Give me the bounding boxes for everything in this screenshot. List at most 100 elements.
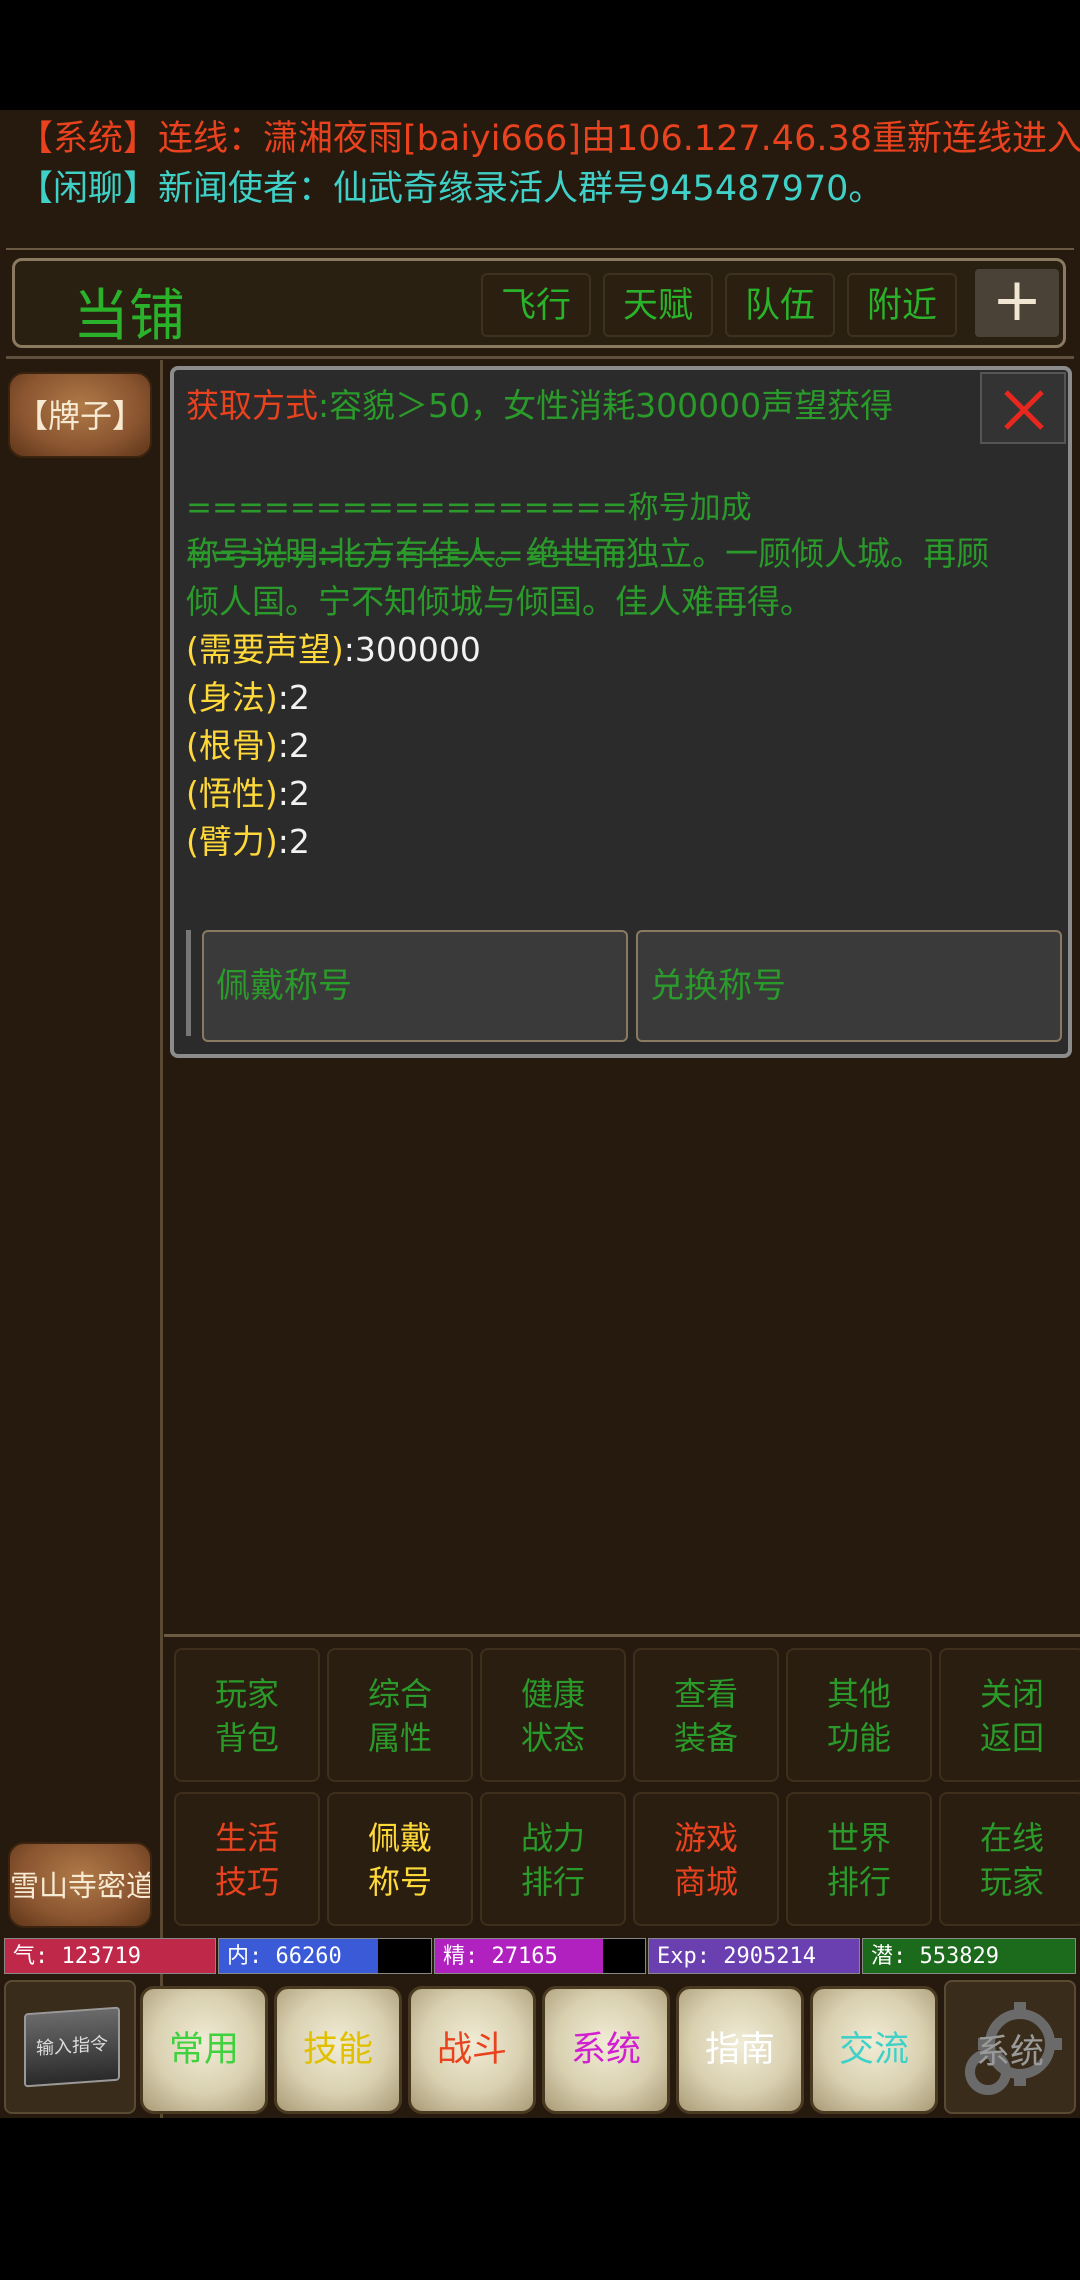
system-settings-button[interactable]: 系统 [944, 1980, 1076, 2114]
acquire-label: 获取方式 [186, 386, 318, 425]
location-name: 当铺 [73, 284, 185, 349]
location-bar: 当铺 飞行 天赋 队伍 附近 + [12, 258, 1066, 349]
close-button[interactable] [980, 372, 1066, 444]
view-equipment-button[interactable]: 查看 装备 [633, 1648, 779, 1782]
button-label: 战力 [520, 1819, 585, 1857]
button-label: 游戏 [673, 1819, 738, 1857]
title-description-line2: 倾人国。宁不知倾城与倾国。佳人难再得。 [186, 582, 813, 621]
button-label: 关闭 [979, 1675, 1044, 1713]
player-bag-button[interactable]: 玩家 背包 [174, 1648, 320, 1782]
talent-button[interactable]: 天赋 [603, 273, 713, 337]
chat-panel: 【系统】连线：潇湘夜雨[baiyi666]由106.127.46.38重新连线进… [0, 110, 1080, 250]
divider [6, 356, 1074, 359]
stat-row: (需要声望):300000 [186, 626, 481, 674]
button-label: 背包 [214, 1719, 279, 1757]
potential-bar: 潜: 553829 [862, 1938, 1076, 1974]
button-label: 生活 [214, 1819, 279, 1857]
button-label: 在线 [979, 1819, 1044, 1857]
neili-bar: 内: 66260 [218, 1938, 432, 1974]
jing-value: 精: 27165 [443, 1944, 558, 1969]
button-label: 商城 [673, 1863, 738, 1901]
divider [6, 248, 1074, 250]
plus-button[interactable]: + [975, 269, 1059, 337]
stat-row: (悟性):2 [186, 770, 310, 818]
button-label: 玩家 [979, 1863, 1044, 1901]
button-label: 称号 [367, 1863, 432, 1901]
skills-button[interactable]: 技能 [274, 1986, 402, 2114]
potential-value: 潜: 553829 [871, 1944, 999, 1969]
stat-value: :300000 [343, 630, 481, 669]
button-label: 综合 [367, 1675, 432, 1713]
divider [164, 1634, 1080, 1637]
button-label: 世界 [826, 1819, 891, 1857]
button-label: 属性 [367, 1719, 432, 1757]
sidebar-divider [160, 360, 163, 2118]
stat-value: :2 [277, 678, 310, 717]
stat-label: (臂力) [186, 822, 278, 861]
world-ranking-button[interactable]: 世界 排行 [786, 1792, 932, 1926]
combat-button[interactable]: 战斗 [408, 1986, 536, 2114]
chat-channel-tag: 【闲聊】 [18, 169, 159, 209]
other-functions-button[interactable]: 其他 功能 [786, 1648, 932, 1782]
neili-value: 内: 66260 [227, 1944, 342, 1969]
chat-message: 新闻使者：仙武奇缘录活人群号945487970。 [158, 169, 884, 209]
jing-bar: 精: 27165 [434, 1938, 646, 1974]
life-skills-button[interactable]: 生活 技巧 [174, 1792, 320, 1926]
system-tab-button[interactable]: 系统 [542, 1986, 670, 2114]
button-label: 装备 [673, 1719, 738, 1757]
stat-value: :2 [277, 726, 310, 765]
attributes-button[interactable]: 综合 属性 [327, 1648, 473, 1782]
guide-button[interactable]: 指南 [676, 1986, 804, 2114]
stat-row: (根骨):2 [186, 722, 310, 770]
acquire-method: 获取方式:容貌＞50，女性消耗300000声望获得 [186, 382, 893, 430]
stat-row: (身法):2 [186, 674, 310, 722]
online-players-button[interactable]: 在线 玩家 [939, 1792, 1080, 1926]
acquire-colon: : [318, 386, 330, 425]
stat-value: :2 [277, 774, 310, 813]
acquire-text: 容貌＞50，女性消耗300000声望获得 [329, 386, 894, 425]
system-chat-line: 【系统】连线：潇湘夜雨[baiyi666]由106.127.46.38重新连线进… [18, 119, 1080, 159]
input-command-label: 输入指令 [24, 2006, 120, 2088]
button-label: 其他 [826, 1675, 891, 1713]
game-screen: 【系统】连线：潇湘夜雨[baiyi666]由106.127.46.38重新连线进… [0, 110, 1080, 2118]
button-label: 排行 [520, 1863, 585, 1901]
button-label: 状态 [520, 1719, 585, 1757]
stat-label: (根骨) [186, 726, 278, 765]
exchange-title-button[interactable]: 兑换称号 [636, 930, 1062, 1042]
button-label: 功能 [826, 1719, 891, 1757]
team-button[interactable]: 队伍 [725, 273, 835, 337]
exit-snow-temple-passage-button[interactable]: 雪山寺密道 [8, 1842, 152, 1928]
button-divider [186, 930, 191, 1036]
button-label: 佩戴 [367, 1819, 432, 1857]
button-label: 健康 [520, 1675, 585, 1713]
stat-row: (臂力):2 [186, 818, 310, 866]
close-return-button[interactable]: 关闭 返回 [939, 1648, 1080, 1782]
chat-line: 【闲聊】新闻使者：仙武奇缘录活人群号945487970。 [18, 164, 883, 214]
wear-title-menu-button[interactable]: 佩戴 称号 [327, 1792, 473, 1926]
close-icon [1004, 390, 1044, 430]
title-description-line1: 称号说明:北方有佳人。绝世而独立。一顾倾人城。再顾 [186, 534, 990, 573]
title-dialog: 获取方式:容貌＞50，女性消耗300000声望获得 ==============… [170, 366, 1072, 1058]
game-store-button[interactable]: 游戏 商城 [633, 1792, 779, 1926]
health-status-button[interactable]: 健康 状态 [480, 1648, 626, 1782]
stat-label: (身法) [186, 678, 278, 717]
chat-exchange-button[interactable]: 交流 [810, 1986, 938, 2114]
stat-value: :2 [277, 822, 310, 861]
nearby-button[interactable]: 附近 [847, 273, 957, 337]
power-ranking-button[interactable]: 战力 排行 [480, 1792, 626, 1926]
input-command-button[interactable]: 输入指令 [4, 1980, 136, 2114]
button-label: 返回 [979, 1719, 1044, 1757]
qi-value: 气: 123719 [13, 1944, 141, 1969]
button-label: 排行 [826, 1863, 891, 1901]
button-label: 查看 [673, 1675, 738, 1713]
exp-value: Exp: 2905214 [657, 1944, 816, 1969]
exp-bar: Exp: 2905214 [648, 1938, 860, 1974]
button-label: 技巧 [214, 1863, 279, 1901]
fly-button[interactable]: 飞行 [481, 273, 591, 337]
wear-title-button[interactable]: 佩戴称号 [202, 930, 628, 1042]
stat-label: (悟性) [186, 774, 278, 813]
common-button[interactable]: 常用 [140, 1986, 268, 2114]
stat-label: (需要声望) [186, 630, 344, 669]
button-label: 玩家 [214, 1675, 279, 1713]
token-button[interactable]: 【牌子】 [8, 372, 152, 458]
